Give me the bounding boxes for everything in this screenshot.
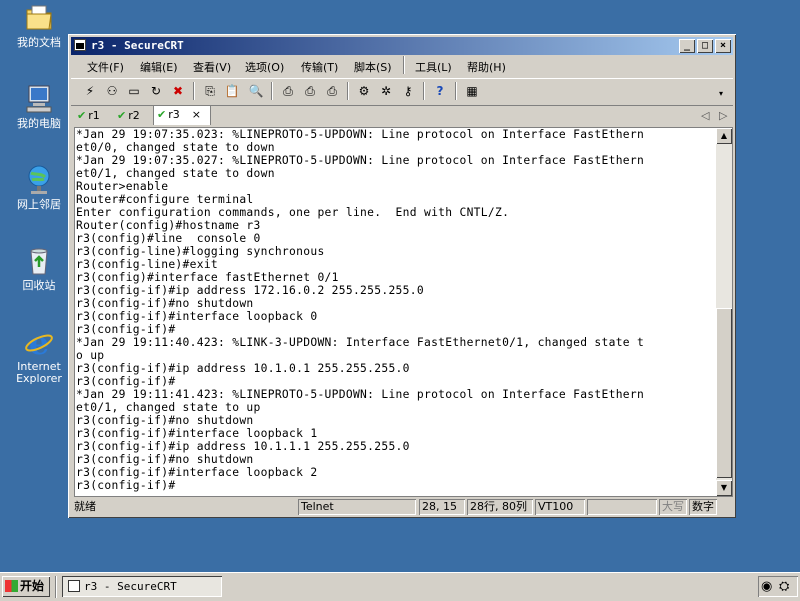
scroll-down-icon[interactable]: ▼ <box>716 480 732 496</box>
desktop-icon-label: 网上邻居 <box>17 198 61 211</box>
desktop-icon-label: 我的电脑 <box>17 117 61 130</box>
status-ready: 就绪 <box>74 500 96 513</box>
task-label: r3 - SecureCRT <box>84 580 177 593</box>
check-icon: ✔ <box>77 109 87 122</box>
paste-icon[interactable]: 📋 <box>223 82 241 100</box>
reconnect-icon[interactable]: ↻ <box>147 82 165 100</box>
menu-script[interactable]: 脚本(S) <box>354 59 392 75</box>
tab-r2[interactable]: ✔ r2 <box>117 107 151 125</box>
check-icon: ✔ <box>157 108 167 121</box>
desktop-icon-my-documents[interactable]: 我的文档 <box>4 2 74 49</box>
close-button[interactable]: × <box>715 39 731 53</box>
desktop-icon-recycle-bin[interactable]: 回收站 <box>4 245 74 292</box>
menu-bar: 文件(F) 编辑(E) 查看(V) 选项(O) 传输(T) 脚本(S) 工具(L… <box>71 56 733 76</box>
connect-icon[interactable]: ⚡ <box>81 82 99 100</box>
window-title: r3 - SecureCRT <box>91 39 184 52</box>
status-cursor: 28, 15 <box>419 499 465 515</box>
menu-options[interactable]: 选项(O) <box>245 59 284 75</box>
tab-scroll-right-icon[interactable]: ▷ <box>719 107 727 125</box>
toolbar-separator <box>271 82 273 100</box>
printer-setup-icon[interactable]: ⎙ <box>323 82 341 100</box>
taskbar-item-securecrt[interactable]: r3 - SecureCRT <box>62 576 222 597</box>
system-tray: ◉ ⛭ <box>758 576 798 597</box>
connect-tab-icon[interactable]: ▭ <box>125 82 143 100</box>
terminal-output[interactable]: *Jan 29 19:07:35.023: %LINEPROTO-5-UPDOW… <box>74 127 718 497</box>
tab-label: r3 <box>168 108 180 121</box>
toolbar-separator <box>423 82 425 100</box>
menu-separator <box>403 56 405 74</box>
tab-scroll-left-icon[interactable]: ◁ <box>701 107 709 125</box>
desktop-icon-label: 我的文档 <box>17 36 61 49</box>
tab-r1[interactable]: ✔ r1 <box>77 107 111 125</box>
tab-close-icon[interactable]: × <box>192 108 201 121</box>
copy-icon[interactable]: ⎘ <box>201 82 219 100</box>
toolbar: ⚡ ⚇ ▭ ↻ ✖ ⎘ 📋 🔍 ⎙ ⎙ ⎙ ⚙ ✲ ⚷ ? ▦ ▾ <box>71 78 733 106</box>
quick-connect-icon[interactable]: ⚇ <box>103 82 121 100</box>
title-bar[interactable]: r3 - SecureCRT _ □ × <box>71 37 733 55</box>
network-icon <box>23 164 55 196</box>
scroll-thumb[interactable] <box>716 308 732 478</box>
windows-logo-icon <box>5 580 18 592</box>
securecrt-icon <box>68 580 80 592</box>
ie-icon: e <box>23 324 55 362</box>
minimize-button[interactable]: _ <box>679 39 695 53</box>
volume-icon[interactable]: ◉ <box>761 579 772 594</box>
desktop-icon-network[interactable]: 网上邻居 <box>4 164 74 211</box>
tab-label: r2 <box>128 109 140 122</box>
folder-documents-icon <box>23 2 55 34</box>
toolbar-separator <box>455 82 457 100</box>
taskbar: 开始 r3 - SecureCRT ◉ ⛭ <box>0 572 800 601</box>
tab-r3[interactable]: ✔ r3 × <box>153 105 211 125</box>
help-icon[interactable]: ? <box>431 82 449 100</box>
securecrt-window: r3 - SecureCRT _ □ × 文件(F) 编辑(E) 查看(V) 选… <box>68 34 736 518</box>
scroll-up-icon[interactable]: ▲ <box>716 128 732 144</box>
desktop-icon-internet-explorer[interactable]: e Internet Explorer <box>4 324 74 385</box>
menu-tools[interactable]: 工具(L) <box>415 59 452 75</box>
desktop-icon-label: Explorer <box>16 372 62 385</box>
menu-transfer[interactable]: 传输(T) <box>301 59 338 75</box>
disconnect-icon[interactable]: ✖ <box>169 82 187 100</box>
check-icon: ✔ <box>117 109 127 122</box>
print-icon[interactable]: ⎙ <box>279 82 297 100</box>
desktop-icon-label: 回收站 <box>22 279 56 292</box>
toolbar-overflow-icon[interactable]: ▾ <box>715 87 727 99</box>
status-size: 28行, 80列 <box>467 499 533 515</box>
status-num: 数字 <box>689 499 717 515</box>
status-blank <box>587 499 657 515</box>
vertical-scrollbar[interactable]: ▲ ▼ <box>716 127 733 497</box>
menu-view[interactable]: 查看(V) <box>193 59 231 75</box>
status-bar: 就绪 Telnet 28, 15 28行, 80列 VT100 大写 数字 <box>71 498 733 516</box>
session-tabs: ✔ r1 ✔ r2 ✔ r3 × ◁ ▷ <box>71 105 733 126</box>
network-tray-icon[interactable]: ⛭ <box>779 579 789 594</box>
start-label: 开始 <box>20 579 45 593</box>
print-selection-icon[interactable]: ⎙ <box>301 82 319 100</box>
keypad-icon[interactable]: ▦ <box>463 82 481 100</box>
menu-edit[interactable]: 编辑(E) <box>140 59 178 75</box>
taskbar-separator <box>55 576 57 598</box>
find-icon[interactable]: 🔍 <box>247 82 265 100</box>
desktop-icon-my-computer[interactable]: 我的电脑 <box>4 83 74 130</box>
recycle-bin-icon <box>23 245 55 277</box>
tab-label: r1 <box>88 109 100 122</box>
toolbar-separator <box>347 82 349 100</box>
terminal-text: *Jan 29 19:07:35.023: %LINEPROTO-5-UPDOW… <box>76 128 645 492</box>
menu-help[interactable]: 帮助(H) <box>467 59 506 75</box>
menu-file[interactable]: 文件(F) <box>87 59 124 75</box>
app-icon <box>74 39 86 51</box>
keymap-icon[interactable]: ⚷ <box>399 82 417 100</box>
session-options-icon[interactable]: ⚙ <box>355 82 373 100</box>
global-options-icon[interactable]: ✲ <box>377 82 395 100</box>
maximize-button[interactable]: □ <box>697 39 713 53</box>
start-button[interactable]: 开始 <box>2 576 50 597</box>
status-protocol: Telnet <box>298 499 416 515</box>
status-caps: 大写 <box>659 499 687 515</box>
computer-icon <box>23 83 55 115</box>
toolbar-separator <box>193 82 195 100</box>
status-emulation: VT100 <box>535 499 585 515</box>
